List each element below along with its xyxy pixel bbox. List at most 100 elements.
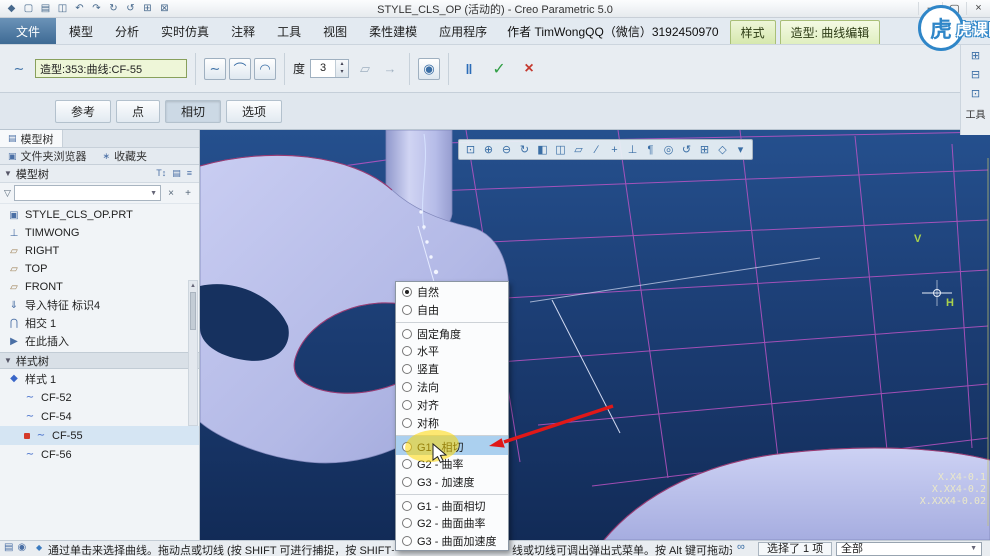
menu-item[interactable]: 对齐 (396, 396, 508, 414)
plane-display-icon[interactable]: ▱ (570, 141, 587, 158)
menu-item[interactable]: 水平 (396, 342, 508, 360)
repaint-icon[interactable]: ↻ (516, 141, 533, 158)
undo-icon[interactable]: ↶ (72, 3, 87, 14)
creo-logo-icon[interactable]: ◆ (4, 3, 19, 14)
menu-item[interactable]: 对称 (396, 414, 508, 432)
orient-mode-icon[interactable]: ↺ (678, 141, 695, 158)
tab-folder-browser[interactable]: ▣ 文件夹浏览器 (0, 148, 95, 164)
ribbon-tab[interactable]: 模型 (58, 18, 104, 44)
ribbon-tab[interactable]: 应用程序 (428, 18, 498, 44)
tree-item-import[interactable]: ⇓ 导入特征 标识4 (0, 296, 199, 314)
dashboard-tab[interactable]: 相切 (165, 99, 222, 123)
funnel-icon[interactable]: ▽ (4, 188, 11, 199)
maximize-button[interactable]: ▢ (942, 2, 966, 15)
menu-item[interactable]: G2 - 曲面曲率 (396, 514, 508, 532)
ribbon-tab[interactable]: 视图 (312, 18, 358, 44)
menu-item[interactable]: 固定角度 (396, 322, 508, 342)
refresh-icon[interactable]: ↺ (123, 3, 138, 14)
tab-favorites[interactable]: ∗ 收藏夹 (95, 148, 156, 164)
windows-icon[interactable]: ⊞ (140, 3, 155, 14)
tree-item-curve-cf56[interactable]: ∼ CF-56 (0, 445, 199, 464)
degree-spinner[interactable]: 3 ▴ ▾ (310, 59, 350, 78)
axis-display-icon[interactable]: ∕ (588, 141, 605, 158)
add-filter-button[interactable]: + (181, 188, 195, 199)
cancel-button[interactable]: × (517, 60, 541, 78)
menu-item[interactable]: G2 - 曲率 (396, 455, 508, 473)
tree-columns-icon[interactable]: ▤ (169, 168, 184, 179)
edit-tools-icon[interactable]: ⊡ (971, 87, 980, 100)
display-style-icon[interactable]: ◧ (534, 141, 551, 158)
view-manager-icon[interactable]: ⊞ (696, 141, 713, 158)
ok-button[interactable]: ✓ (486, 59, 512, 79)
tree-settings-icon[interactable]: ≡ (184, 168, 195, 179)
tree-item-curve-cf52[interactable]: ∼ CF-52 (0, 388, 199, 407)
zoom-in-icon[interactable]: ⊕ (480, 141, 497, 158)
ribbon-tab[interactable]: 实时仿真 (150, 18, 220, 44)
close-window-icon[interactable]: ⊠ (157, 3, 172, 14)
perspective-icon[interactable]: ◇ (714, 141, 731, 158)
navigator-toggle-icon[interactable]: ▤ (4, 542, 13, 553)
dashboard-tab[interactable]: 选项 (226, 99, 283, 123)
more-options-icon[interactable]: ▾ (732, 141, 749, 158)
tree-filter-input[interactable]: ▼ (13, 185, 161, 201)
sketch-tools-icon[interactable]: ⊟ (971, 68, 980, 81)
zoom-out-icon[interactable]: ⊖ (498, 141, 515, 158)
tree-item-curve-cf54[interactable]: ∼ CF-54 (0, 407, 199, 426)
tree-item-part[interactable]: ▣ STYLE_CLS_OP.PRT (0, 206, 199, 224)
menu-item[interactable]: G3 - 曲面加速度 (396, 532, 508, 550)
datum-tools-icon[interactable]: ⊞ (971, 49, 980, 62)
ribbon-tab[interactable]: 注释 (220, 18, 266, 44)
point-display-icon[interactable]: + (606, 141, 623, 158)
tree-item-plane-front[interactable]: ▱ FRONT (0, 278, 199, 296)
menu-item[interactable]: G1 - 曲面相切 (396, 494, 508, 514)
selection-filter-dropdown[interactable]: 全部 ▼ (836, 542, 982, 556)
menu-item[interactable]: G1 - 相切 (396, 435, 508, 455)
extend-curve-icon[interactable]: → (379, 58, 401, 80)
tree-filter-icon[interactable]: T↕ (153, 168, 169, 179)
viewport-3d-scene[interactable]: V H X.X4-0.1 X.XX4-0.2 X.XXX4-0.02 (200, 130, 990, 540)
ribbon-tab[interactable]: 工具 (266, 18, 312, 44)
menu-item[interactable]: 自然 (396, 283, 508, 301)
browser-toggle-icon[interactable]: ◉ (17, 542, 26, 553)
tab-file[interactable]: 文件 (0, 18, 57, 44)
tree-item-plane-top[interactable]: ▱ TOP (0, 260, 199, 278)
save-icon[interactable]: ◫ (55, 3, 70, 14)
clear-filter-button[interactable]: × (164, 188, 178, 199)
dashboard-tab[interactable]: 参考 (55, 99, 112, 123)
graphics-viewport[interactable]: V H X.X4-0.1 X.XX4-0.2 X.XXX4-0.02 ⊡ ⊕ ⊖ ↻ ◧… (200, 130, 990, 540)
pause-button[interactable]: ‖ (457, 61, 481, 77)
tree-item-curve-cf55[interactable]: ∼ CF-55 (0, 426, 199, 445)
tree-item-intersect[interactable]: ⋂ 相交 1 (0, 314, 199, 332)
weight-point-icon[interactable]: ▱ (354, 58, 376, 80)
refit-icon[interactable]: ⊡ (462, 141, 479, 158)
new-file-icon[interactable]: ▢ (21, 3, 36, 14)
scroll-up-icon[interactable]: ▲ (189, 281, 197, 291)
open-file-icon[interactable]: ▤ (38, 3, 53, 14)
tree-item-plane-right[interactable]: ▱ RIGHT (0, 242, 199, 260)
menu-item[interactable]: 自由 (396, 301, 508, 319)
spin-center-icon[interactable]: ◎ (660, 141, 677, 158)
tab-model-tree[interactable]: ▤ 模型树 (0, 130, 63, 147)
tree-item-style-1[interactable]: ◆ 样式 1 (0, 369, 199, 388)
tree-item-csys[interactable]: ⊥ TIMWONG (0, 224, 199, 242)
collapse-caret-icon[interactable]: ▼ (4, 169, 12, 178)
cos-curve-icon[interactable]: ◠ (254, 57, 276, 80)
context-ribbon-tab[interactable]: 样式 (729, 20, 776, 44)
tree-item-insert-here[interactable]: ▶ 在此插入 (0, 332, 199, 350)
section-icon[interactable]: ◫ (552, 141, 569, 158)
planar-curve-icon[interactable]: ⌒ (229, 57, 251, 80)
curve-name-field[interactable] (35, 59, 187, 78)
tree-scrollbar[interactable]: ▲ (188, 280, 198, 426)
regenerate-icon[interactable]: ↻ (106, 3, 121, 14)
collapse-caret-icon[interactable]: ▼ (4, 356, 12, 365)
ribbon-tab[interactable]: 分析 (104, 18, 150, 44)
annotation-display-icon[interactable]: ¶ (642, 141, 659, 158)
menu-item[interactable]: 法向 (396, 378, 508, 396)
context-ribbon-tab[interactable]: 造型: 曲线编辑 (779, 20, 881, 44)
close-button[interactable]: × (966, 2, 990, 15)
free-curve-icon[interactable]: ∼ (204, 57, 226, 80)
csys-display-icon[interactable]: ⊥ (624, 141, 641, 158)
menu-item[interactable]: 竖直 (396, 360, 508, 378)
spinner-arrows[interactable]: ▴ ▾ (335, 60, 349, 77)
preview-toggle-icon[interactable]: ◉ (418, 57, 441, 80)
